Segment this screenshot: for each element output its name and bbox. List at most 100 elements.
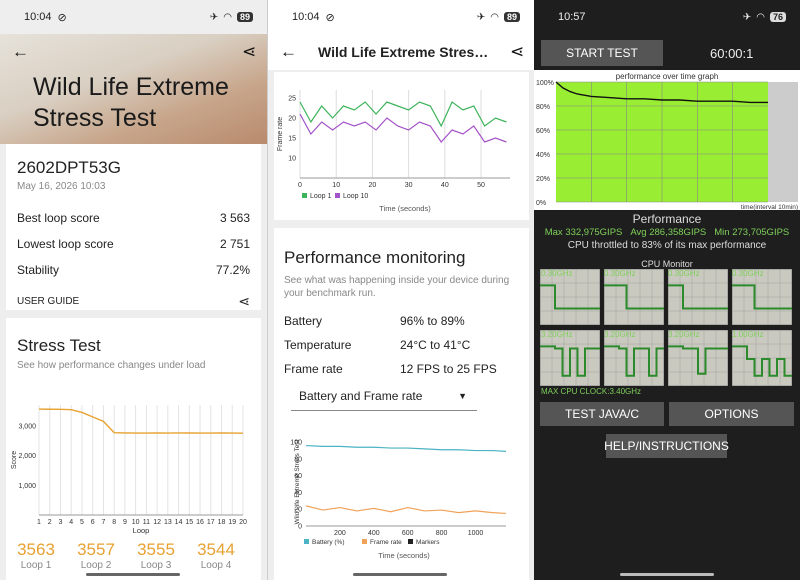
metric-dropdown[interactable]: Battery and Frame rate ▼ [291,381,477,411]
series-line-2 [305,505,507,515]
loop-score-4: 3544 Loop 4 [197,540,235,571]
start-test-button[interactable]: START TEST [541,40,663,66]
legend-swatch [408,539,413,544]
clock: 10:04 [292,11,320,23]
test-java-button[interactable]: TEST JAVA/C [540,402,664,426]
x-tick-label: 1 [37,519,41,526]
y-tick-label: 3,000 [18,423,36,430]
section-subtitle: See how performance changes under load [17,360,206,371]
dnd-icon: ⊘ [325,11,335,24]
x-tick-label: 12 [153,519,161,526]
y-tick-label: 20% [536,176,550,183]
x-tick-label: 7 [101,519,105,526]
wifi-icon: ◠ [756,11,765,23]
clock: 10:04 [24,11,52,23]
result-card: 2602DPT53G May 16, 2026 10:03 Best loop … [6,144,261,310]
chart-title: Wild Life Extreme Stress Test [294,439,301,524]
clock: 10:57 [558,11,586,23]
y-axis-label: Score [11,451,18,469]
x-tick-label: 18 [218,519,226,526]
monitoring-card: Performance monitoring See what was happ… [274,228,529,580]
dropdown-caret-icon: ▼ [458,390,467,401]
page-title: Wild Life Extreme Stress Test [33,73,229,132]
stat-row-lowest: Lowest loop score 2 751 [17,237,250,251]
x-tick-label: 6 [91,519,95,526]
x-tick-label: 10 [332,182,340,189]
cpu-monitor-title: CPU Monitor [641,259,693,269]
y-tick-label: 100% [536,80,554,87]
metric-battery: Battery 96% to 89% [284,314,465,328]
x-tick-label: 400 [368,530,380,537]
series-line-1 [299,101,507,128]
performance-title: Performance [632,212,702,226]
options-button[interactable]: OPTIONS [669,402,794,426]
loop-score-3: 3555 Loop 3 [137,540,175,571]
metric-temperature: Temperature 24°C to 41°C [284,338,471,352]
x-axis-label: Loop [133,526,150,535]
y-tick-label: 20 [288,116,296,123]
legend-label: Markers [416,539,440,546]
share-icon[interactable]: ⋖ [238,293,250,310]
airplane-icon: ✈ [209,11,219,23]
legend-label: Frame rate [370,539,402,546]
x-tick-label: 30 [405,182,413,189]
metric-frame-rate: Frame rate 12 FPS to 25 FPS [284,362,497,376]
legend-label: Battery (%) [312,539,345,546]
y-tick-label: 10 [288,156,296,163]
cpu-throttling-panel: 10:57 ✈ ◠ 76 START TEST 60:00:1 0% 20% 40% 60… [534,0,800,580]
x-tick-label: 14 [175,519,183,526]
loop-score-chart: 1 2 3 4 5 6 7 8 9 10 11 12 13 14 15 16 17 18 19 201,0002,00… [11,405,247,535]
x-tick-label: 20 [239,519,247,526]
battery-icon: 89 [503,12,520,22]
app-bar: ← Wild Life Extreme Stress... ⋖ [268,34,534,70]
dnd-icon: ⊘ [57,11,67,24]
x-tick-label: 0 [298,182,302,189]
y-tick-label: 2,000 [18,453,36,460]
back-arrow-icon[interactable]: ← [280,42,297,62]
battery-icon: 89 [236,12,253,22]
user-guide-link[interactable]: USER GUIDE [17,296,79,307]
share-icon[interactable]: ⋖ [242,42,256,62]
legend-swatch [335,193,340,198]
loop-score-1: 3563 Loop 1 [17,540,55,571]
y-tick-label: 15 [288,136,296,143]
section-subtitle: See what was happening inside your devic… [284,275,510,299]
hero-banner: Wild Life Extreme Stress Test [0,34,267,144]
x-tick-label: 20 [369,182,377,189]
series-line-2 [299,113,507,143]
x-tick-label: 200 [334,530,346,537]
gesture-bar [353,573,447,576]
y-tick-label: 1,000 [18,483,36,490]
run-date: May 16, 2026 10:03 [17,181,106,192]
x-tick-label: 3 [59,519,63,526]
x-tick-label: 800 [436,530,448,537]
share-icon[interactable]: ⋖ [510,42,524,62]
loop-scores: 3563 Loop 1 3557 Loop 2 3555 Loop 3 3544 Loo… [6,540,261,571]
battery-icon: 76 [769,12,786,22]
score-line [38,408,244,434]
x-tick-label: 4 [69,519,73,526]
x-tick-label: 16 [196,519,204,526]
test-timer: 60:00:1 [710,46,754,61]
stress-test-result-panel: 10:04 ⊘ ✈ ◠ 89 Wild Life Extreme Stress Tes… [0,0,267,580]
x-axis-label: time(interval 10min) [741,204,798,210]
legend-label: Loop 10 [343,193,368,200]
x-tick-label: 5 [80,519,84,526]
gesture-bar [620,573,714,576]
help-instructions-button[interactable]: HELP/INSTRUCTIONS [604,434,729,458]
x-tick-label: 600 [402,530,414,537]
status-bar: 10:04 ⊘ ✈ ◠ 89 [0,0,267,34]
legend-label: Loop 1 [310,193,332,200]
stat-row-stability: Stability 77.2% [17,263,250,277]
frame-rate-card: 0 10 20 30 40 50 10 15 20 25 Frame rate Time (secon… [274,72,529,220]
y-tick-label: 80% [536,104,550,111]
airplane-icon: ✈ [476,11,486,23]
x-tick-label: 9 [123,519,127,526]
x-tick-label: 50 [477,182,485,189]
status-bar: 10:04 ⊘ ✈ ◠ 89 [268,0,534,34]
x-tick-label: 8 [112,519,116,526]
x-tick-label: 1000 [468,530,484,537]
back-arrow-icon[interactable]: ← [12,42,29,62]
section-title: Stress Test [17,336,101,355]
airplane-icon: ✈ [742,11,752,23]
